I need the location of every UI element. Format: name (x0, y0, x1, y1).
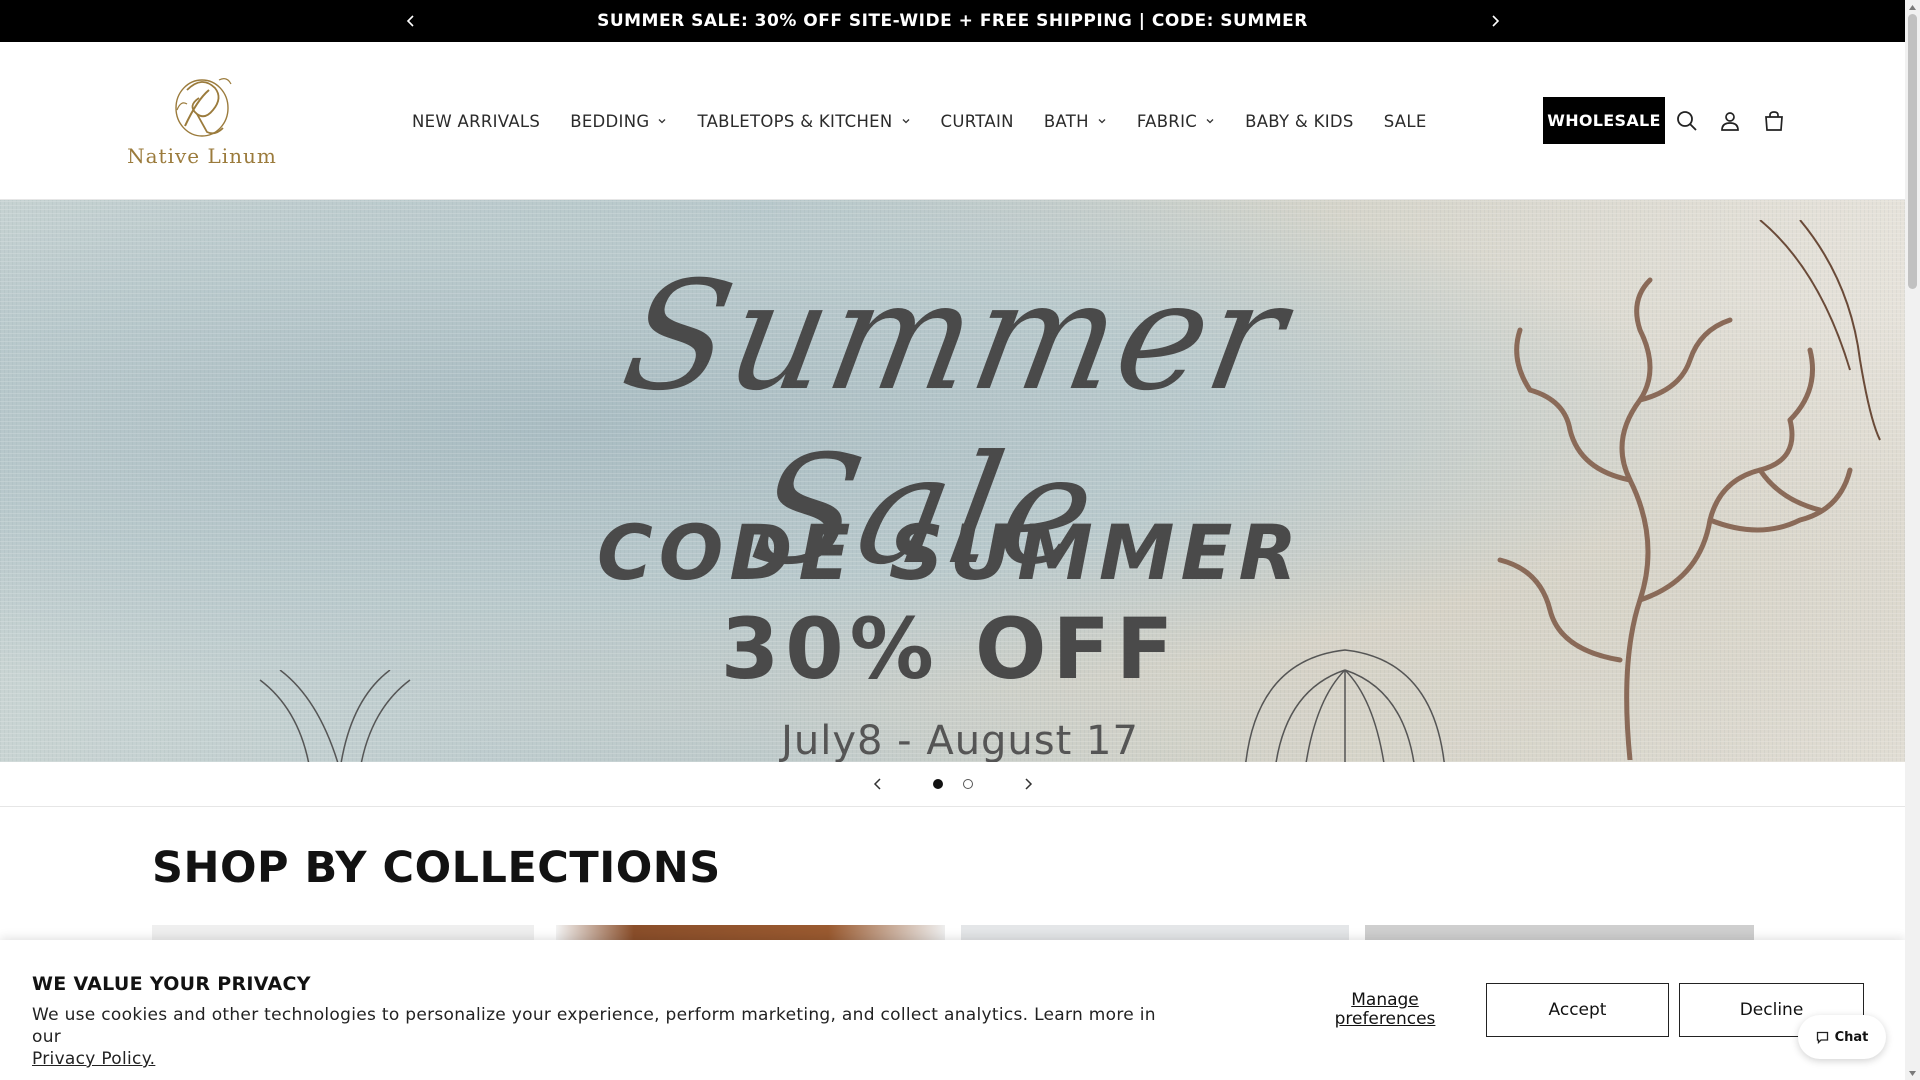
slider-controls (0, 762, 1905, 807)
chevron-down-icon (902, 119, 910, 124)
nav-item-label: BATH (1043, 111, 1089, 131)
cookie-body: We use cookies and other technologies to… (32, 1004, 1182, 1070)
cart-button[interactable] (1760, 107, 1788, 135)
announcement-text: SUMMER SALE: 30% OFF SITE-WIDE + FREE SH… (597, 11, 1308, 31)
slider-dot-1[interactable] (932, 779, 943, 789)
nav-item-baby-kids[interactable]: BABY & KIDS (1230, 112, 1369, 131)
search-button[interactable] (1673, 107, 1701, 135)
chevron-right-icon (1024, 778, 1032, 790)
logo-monogram-icon (175, 78, 232, 137)
scrollbar-thumb[interactable] (1908, 14, 1917, 289)
account-icon (1721, 112, 1739, 131)
page-scrollbar[interactable] (1905, 0, 1920, 1080)
chevron-left-icon (873, 778, 881, 790)
nav-item-label: TABLETOPS & KITCHEN (697, 111, 893, 131)
scroll-up-arrow-icon[interactable] (1905, 0, 1920, 14)
announcement-prev-button[interactable] (396, 0, 426, 42)
chevron-down-icon (659, 119, 666, 124)
nav-item-label: CURTAIN (940, 111, 1014, 131)
wholesale-button[interactable]: WHOLESALE (1543, 97, 1665, 144)
nav-item-label: BEDDING (570, 111, 650, 131)
chevron-left-icon (406, 15, 414, 27)
logo-text: Native Linum (127, 144, 277, 168)
nav-item-label: BABY & KIDS (1245, 111, 1354, 131)
slider-dots (932, 779, 973, 789)
main-nav: NEW ARRIVALS BEDDING TABLETOPS & KITCHEN… (397, 42, 1442, 200)
coral-illustration (1497, 220, 1881, 760)
chat-label: Chat (1834, 1029, 1869, 1045)
nav-item-new-arrivals[interactable]: NEW ARRIVALS (397, 112, 555, 131)
nav-item-fabric[interactable]: FABRIC (1122, 112, 1230, 131)
account-button[interactable] (1716, 107, 1744, 135)
hero-discount-line: 30% OFF (720, 600, 1180, 698)
nav-item-tabletops-kitchen[interactable]: TABLETOPS & KITCHEN (682, 112, 925, 131)
nav-item-label: NEW ARRIVALS (412, 111, 541, 131)
slider-next-button[interactable] (1013, 769, 1043, 799)
search-icon (1677, 111, 1697, 131)
hero-code-line: CODE SUMMER (597, 508, 1303, 597)
nav-item-label: SALE (1383, 111, 1427, 131)
privacy-policy-link[interactable]: Privacy Policy. (32, 1049, 155, 1069)
cart-icon (1765, 111, 1783, 131)
accept-button[interactable]: Accept (1486, 983, 1669, 1037)
scroll-down-arrow-icon[interactable] (1905, 1066, 1920, 1080)
cookie-banner: WE VALUE YOUR PRIVACY We use cookies and… (0, 940, 1905, 1080)
nav-item-sale[interactable]: SALE (1369, 112, 1442, 131)
announcement-bar: SUMMER SALE: 30% OFF SITE-WIDE + FREE SH… (0, 0, 1905, 42)
chevron-down-icon (1098, 119, 1106, 124)
site-header: Native Linum NEW ARRIVALS BEDDING TABLET… (0, 42, 1905, 200)
chat-bubble-icon (1816, 1031, 1828, 1044)
slider-prev-button[interactable] (863, 769, 893, 799)
logo[interactable]: Native Linum (112, 70, 292, 176)
nav-item-bedding[interactable]: BEDDING (555, 112, 682, 131)
hero-dates-line: July8 - August 17 (781, 718, 1139, 762)
chevron-right-icon (1492, 15, 1500, 27)
nav-item-curtain[interactable]: CURTAIN (926, 112, 1029, 131)
announcement-next-button[interactable] (1480, 0, 1510, 42)
chat-button[interactable]: Chat (1798, 1015, 1886, 1059)
starfish-illustration (259, 670, 411, 762)
chevron-down-icon (1206, 119, 1214, 124)
manage-preferences-link[interactable]: Manage preferences (1320, 991, 1450, 1029)
cookie-body-text: We use cookies and other technologies to… (32, 1005, 1156, 1047)
cookie-title: WE VALUE YOUR PRIVACY (32, 973, 311, 995)
nav-item-bath[interactable]: BATH (1029, 112, 1122, 131)
nav-item-label: FABRIC (1136, 111, 1198, 131)
collections-title: SHOP BY COLLECTIONS (152, 843, 721, 893)
hero-banner[interactable]: Summer Sale CODE SUMMER 30% OFF July8 - … (0, 200, 1905, 762)
slider-dot-2[interactable] (962, 779, 973, 789)
